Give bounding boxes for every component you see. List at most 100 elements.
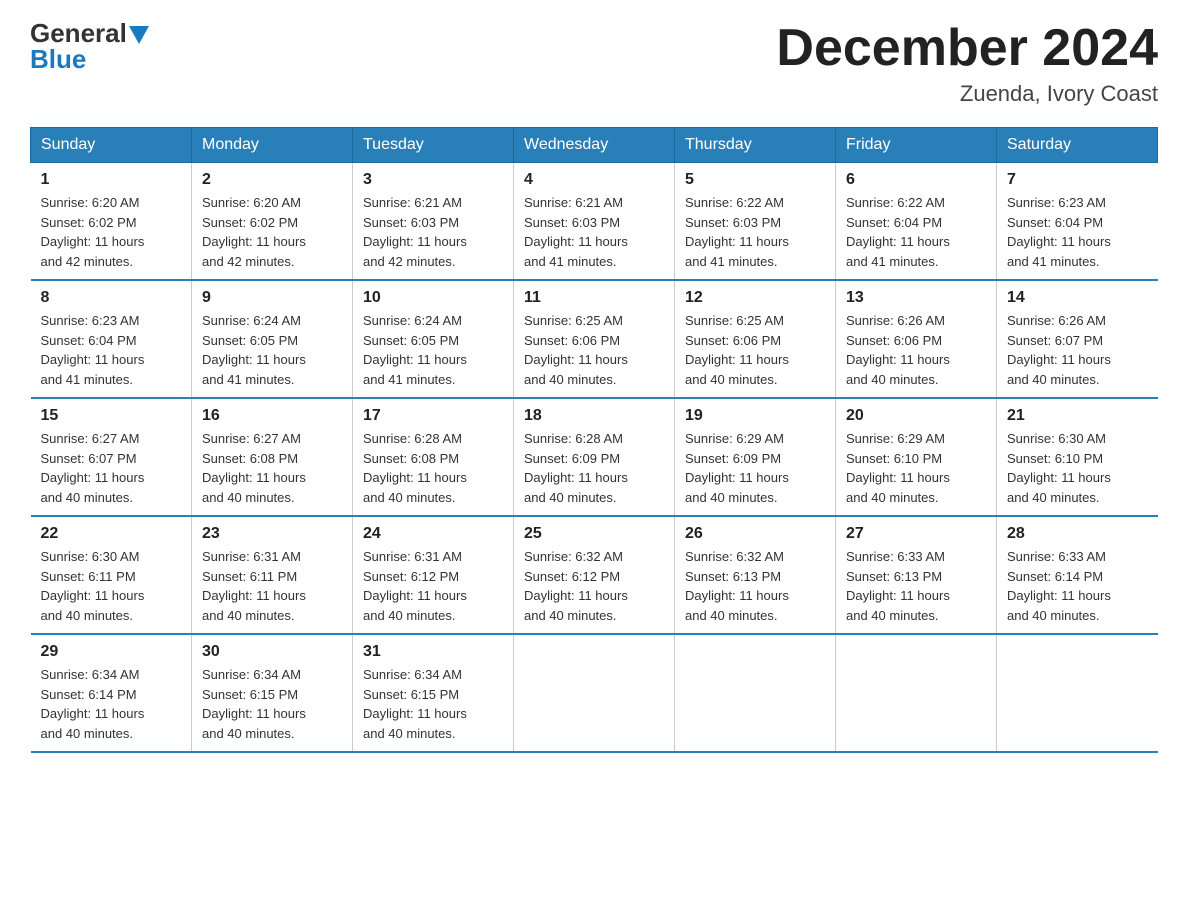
calendar-cell: 31 Sunrise: 6:34 AM Sunset: 6:15 PM Dayl… [353,634,514,752]
day-info: Sunrise: 6:30 AM Sunset: 6:11 PM Dayligh… [41,547,182,625]
day-number: 31 [363,643,503,661]
day-info: Sunrise: 6:22 AM Sunset: 6:04 PM Dayligh… [846,193,986,271]
day-number: 22 [41,525,182,543]
location-text: Zuenda, Ivory Coast [776,81,1158,107]
header-friday: Friday [836,128,997,163]
day-number: 19 [685,407,825,425]
day-info: Sunrise: 6:34 AM Sunset: 6:14 PM Dayligh… [41,665,182,743]
day-info: Sunrise: 6:28 AM Sunset: 6:09 PM Dayligh… [524,429,664,507]
logo-triangle-icon [129,26,149,44]
calendar-cell: 1 Sunrise: 6:20 AM Sunset: 6:02 PM Dayli… [31,163,192,281]
calendar-cell: 3 Sunrise: 6:21 AM Sunset: 6:03 PM Dayli… [353,163,514,281]
day-info: Sunrise: 6:26 AM Sunset: 6:07 PM Dayligh… [1007,311,1148,389]
day-number: 24 [363,525,503,543]
calendar-cell: 12 Sunrise: 6:25 AM Sunset: 6:06 PM Dayl… [675,280,836,398]
day-number: 30 [202,643,342,661]
header-saturday: Saturday [997,128,1158,163]
page-header: General Blue December 2024 Zuenda, Ivory… [30,20,1158,107]
calendar-cell: 19 Sunrise: 6:29 AM Sunset: 6:09 PM Dayl… [675,398,836,516]
calendar-cell: 21 Sunrise: 6:30 AM Sunset: 6:10 PM Dayl… [997,398,1158,516]
calendar-cell: 9 Sunrise: 6:24 AM Sunset: 6:05 PM Dayli… [192,280,353,398]
calendar-week-row: 29 Sunrise: 6:34 AM Sunset: 6:14 PM Dayl… [31,634,1158,752]
calendar-cell: 5 Sunrise: 6:22 AM Sunset: 6:03 PM Dayli… [675,163,836,281]
day-number: 14 [1007,289,1148,307]
calendar-cell: 2 Sunrise: 6:20 AM Sunset: 6:02 PM Dayli… [192,163,353,281]
calendar-cell: 14 Sunrise: 6:26 AM Sunset: 6:07 PM Dayl… [997,280,1158,398]
day-number: 10 [363,289,503,307]
day-number: 25 [524,525,664,543]
day-number: 29 [41,643,182,661]
calendar-cell [997,634,1158,752]
day-info: Sunrise: 6:33 AM Sunset: 6:14 PM Dayligh… [1007,547,1148,625]
calendar-cell: 13 Sunrise: 6:26 AM Sunset: 6:06 PM Dayl… [836,280,997,398]
day-info: Sunrise: 6:26 AM Sunset: 6:06 PM Dayligh… [846,311,986,389]
calendar-cell: 4 Sunrise: 6:21 AM Sunset: 6:03 PM Dayli… [514,163,675,281]
calendar-cell [675,634,836,752]
day-info: Sunrise: 6:24 AM Sunset: 6:05 PM Dayligh… [202,311,342,389]
calendar-cell: 15 Sunrise: 6:27 AM Sunset: 6:07 PM Dayl… [31,398,192,516]
day-info: Sunrise: 6:28 AM Sunset: 6:08 PM Dayligh… [363,429,503,507]
day-info: Sunrise: 6:34 AM Sunset: 6:15 PM Dayligh… [363,665,503,743]
calendar-week-row: 22 Sunrise: 6:30 AM Sunset: 6:11 PM Dayl… [31,516,1158,634]
logo: General Blue [30,20,149,75]
calendar-cell: 11 Sunrise: 6:25 AM Sunset: 6:06 PM Dayl… [514,280,675,398]
day-info: Sunrise: 6:20 AM Sunset: 6:02 PM Dayligh… [202,193,342,271]
title-section: December 2024 Zuenda, Ivory Coast [776,20,1158,107]
day-number: 4 [524,171,664,189]
calendar-cell: 26 Sunrise: 6:32 AM Sunset: 6:13 PM Dayl… [675,516,836,634]
day-info: Sunrise: 6:29 AM Sunset: 6:10 PM Dayligh… [846,429,986,507]
day-info: Sunrise: 6:23 AM Sunset: 6:04 PM Dayligh… [41,311,182,389]
day-info: Sunrise: 6:34 AM Sunset: 6:15 PM Dayligh… [202,665,342,743]
header-thursday: Thursday [675,128,836,163]
day-info: Sunrise: 6:24 AM Sunset: 6:05 PM Dayligh… [363,311,503,389]
day-number: 11 [524,289,664,307]
calendar-cell: 16 Sunrise: 6:27 AM Sunset: 6:08 PM Dayl… [192,398,353,516]
day-number: 12 [685,289,825,307]
calendar-cell: 28 Sunrise: 6:33 AM Sunset: 6:14 PM Dayl… [997,516,1158,634]
day-number: 2 [202,171,342,189]
day-number: 26 [685,525,825,543]
day-info: Sunrise: 6:29 AM Sunset: 6:09 PM Dayligh… [685,429,825,507]
calendar-week-row: 15 Sunrise: 6:27 AM Sunset: 6:07 PM Dayl… [31,398,1158,516]
day-number: 28 [1007,525,1148,543]
calendar-week-row: 8 Sunrise: 6:23 AM Sunset: 6:04 PM Dayli… [31,280,1158,398]
calendar-cell: 20 Sunrise: 6:29 AM Sunset: 6:10 PM Dayl… [836,398,997,516]
day-info: Sunrise: 6:31 AM Sunset: 6:11 PM Dayligh… [202,547,342,625]
calendar-table: Sunday Monday Tuesday Wednesday Thursday… [30,127,1158,753]
logo-blue-text: Blue [30,44,149,75]
day-number: 6 [846,171,986,189]
day-number: 1 [41,171,182,189]
day-info: Sunrise: 6:21 AM Sunset: 6:03 PM Dayligh… [524,193,664,271]
calendar-cell: 29 Sunrise: 6:34 AM Sunset: 6:14 PM Dayl… [31,634,192,752]
header-tuesday: Tuesday [353,128,514,163]
day-number: 7 [1007,171,1148,189]
day-number: 17 [363,407,503,425]
day-info: Sunrise: 6:25 AM Sunset: 6:06 PM Dayligh… [685,311,825,389]
day-number: 9 [202,289,342,307]
calendar-cell: 7 Sunrise: 6:23 AM Sunset: 6:04 PM Dayli… [997,163,1158,281]
day-info: Sunrise: 6:32 AM Sunset: 6:13 PM Dayligh… [685,547,825,625]
day-info: Sunrise: 6:22 AM Sunset: 6:03 PM Dayligh… [685,193,825,271]
calendar-cell [514,634,675,752]
day-number: 27 [846,525,986,543]
calendar-cell: 25 Sunrise: 6:32 AM Sunset: 6:12 PM Dayl… [514,516,675,634]
day-number: 8 [41,289,182,307]
day-number: 15 [41,407,182,425]
calendar-cell: 18 Sunrise: 6:28 AM Sunset: 6:09 PM Dayl… [514,398,675,516]
month-title: December 2024 [776,20,1158,77]
header-wednesday: Wednesday [514,128,675,163]
day-number: 3 [363,171,503,189]
day-number: 23 [202,525,342,543]
day-number: 20 [846,407,986,425]
day-number: 18 [524,407,664,425]
header-monday: Monday [192,128,353,163]
day-number: 5 [685,171,825,189]
calendar-cell: 24 Sunrise: 6:31 AM Sunset: 6:12 PM Dayl… [353,516,514,634]
calendar-cell: 22 Sunrise: 6:30 AM Sunset: 6:11 PM Dayl… [31,516,192,634]
calendar-cell: 17 Sunrise: 6:28 AM Sunset: 6:08 PM Dayl… [353,398,514,516]
day-info: Sunrise: 6:27 AM Sunset: 6:07 PM Dayligh… [41,429,182,507]
day-info: Sunrise: 6:23 AM Sunset: 6:04 PM Dayligh… [1007,193,1148,271]
calendar-cell: 30 Sunrise: 6:34 AM Sunset: 6:15 PM Dayl… [192,634,353,752]
day-info: Sunrise: 6:21 AM Sunset: 6:03 PM Dayligh… [363,193,503,271]
day-info: Sunrise: 6:27 AM Sunset: 6:08 PM Dayligh… [202,429,342,507]
